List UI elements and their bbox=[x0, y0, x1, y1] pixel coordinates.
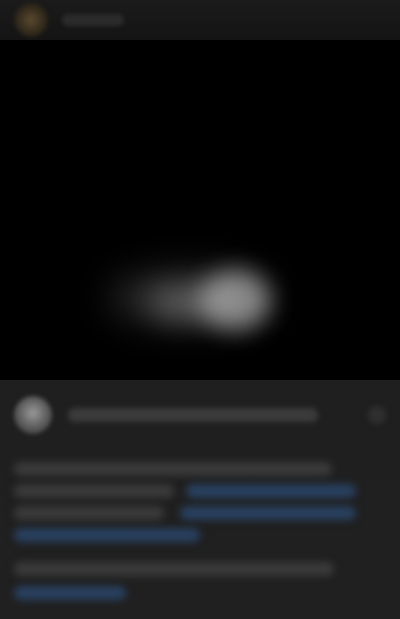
more-options-icon[interactable] bbox=[368, 406, 386, 424]
screen bbox=[0, 0, 400, 619]
top-bar bbox=[0, 0, 400, 40]
media-highlight bbox=[200, 270, 270, 330]
post-details-panel bbox=[0, 380, 400, 619]
author-name[interactable] bbox=[68, 408, 318, 422]
avatar[interactable] bbox=[14, 3, 48, 37]
account-name[interactable] bbox=[62, 14, 124, 26]
caption-link[interactable] bbox=[186, 484, 356, 498]
author-row bbox=[14, 390, 386, 440]
caption-line bbox=[14, 484, 174, 498]
caption-link[interactable] bbox=[180, 506, 356, 520]
caption-line bbox=[14, 462, 332, 476]
caption-link[interactable] bbox=[14, 586, 126, 600]
avatar[interactable] bbox=[14, 396, 52, 434]
caption-line bbox=[14, 562, 334, 576]
media-viewer[interactable] bbox=[0, 40, 400, 380]
caption-line bbox=[14, 506, 164, 520]
caption-link[interactable] bbox=[14, 528, 200, 542]
